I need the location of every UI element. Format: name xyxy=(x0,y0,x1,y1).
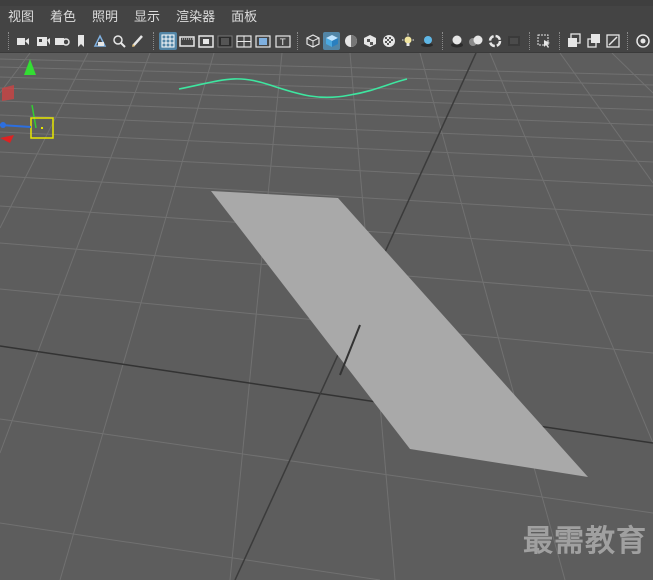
toolbar-separator xyxy=(8,31,11,50)
toolbar-separator xyxy=(152,31,156,50)
safe-title-icon[interactable]: T xyxy=(274,32,291,50)
ambient-occlusion-icon[interactable] xyxy=(449,32,466,50)
menu-show[interactable]: 显示 xyxy=(126,6,168,29)
panel-menubar: 视图 着色 照明 显示 渲染器 面板 xyxy=(0,6,653,29)
bookmark-icon[interactable] xyxy=(72,32,89,50)
safe-action-icon[interactable] xyxy=(255,32,272,50)
svg-text:T: T xyxy=(279,38,286,48)
menu-view[interactable]: 视图 xyxy=(0,6,42,29)
depth-of-field-icon[interactable] xyxy=(506,32,523,50)
toolbar-separator xyxy=(528,31,532,50)
viewport-canvas xyxy=(0,53,653,580)
panel-toolbar: T xyxy=(0,29,653,53)
camera-bookmark-icon[interactable] xyxy=(53,32,70,50)
field-chart-icon[interactable] xyxy=(236,32,253,50)
grease-pencil-icon[interactable] xyxy=(129,32,146,50)
film-gate-icon[interactable] xyxy=(179,32,196,50)
motion-blur-icon[interactable] xyxy=(468,32,485,50)
menu-renderer[interactable]: 渲染器 xyxy=(168,6,223,29)
menu-lighting[interactable]: 照明 xyxy=(84,6,126,29)
isolate-select-icon[interactable] xyxy=(536,32,553,50)
resolution-gate-icon[interactable] xyxy=(198,32,215,50)
camera-attributes-icon[interactable] xyxy=(34,32,51,50)
gate-mask-icon[interactable] xyxy=(217,32,234,50)
wireframe-icon[interactable] xyxy=(304,32,321,50)
xray-icon[interactable] xyxy=(380,32,397,50)
2d-pan-zoom-icon[interactable] xyxy=(110,32,127,50)
toolbar-separator xyxy=(441,31,445,50)
camera-icon[interactable] xyxy=(15,32,32,50)
xray-active-icon[interactable] xyxy=(585,32,602,50)
smooth-shade-icon[interactable] xyxy=(323,31,341,50)
image-plane-icon[interactable] xyxy=(91,32,108,50)
toolbar-separator xyxy=(558,31,562,50)
toolbar-separator xyxy=(297,31,300,50)
toolbar-separator xyxy=(627,31,630,50)
backface-icon[interactable] xyxy=(604,32,621,50)
lights-icon[interactable] xyxy=(400,32,417,50)
shadows-icon[interactable] xyxy=(419,32,436,50)
perspective-viewport[interactable]: 最需教育 xyxy=(0,53,653,580)
watermark: 最需教育 xyxy=(523,524,647,559)
textured-icon[interactable] xyxy=(361,32,378,50)
default-material-icon[interactable] xyxy=(342,32,359,50)
color-management-icon[interactable] xyxy=(634,32,651,50)
menu-panels[interactable]: 面板 xyxy=(223,6,265,29)
antialias-icon[interactable] xyxy=(487,32,504,50)
grid-icon[interactable] xyxy=(159,31,177,50)
xray-joints-icon[interactable] xyxy=(566,32,583,50)
menu-shading[interactable]: 着色 xyxy=(42,6,84,29)
